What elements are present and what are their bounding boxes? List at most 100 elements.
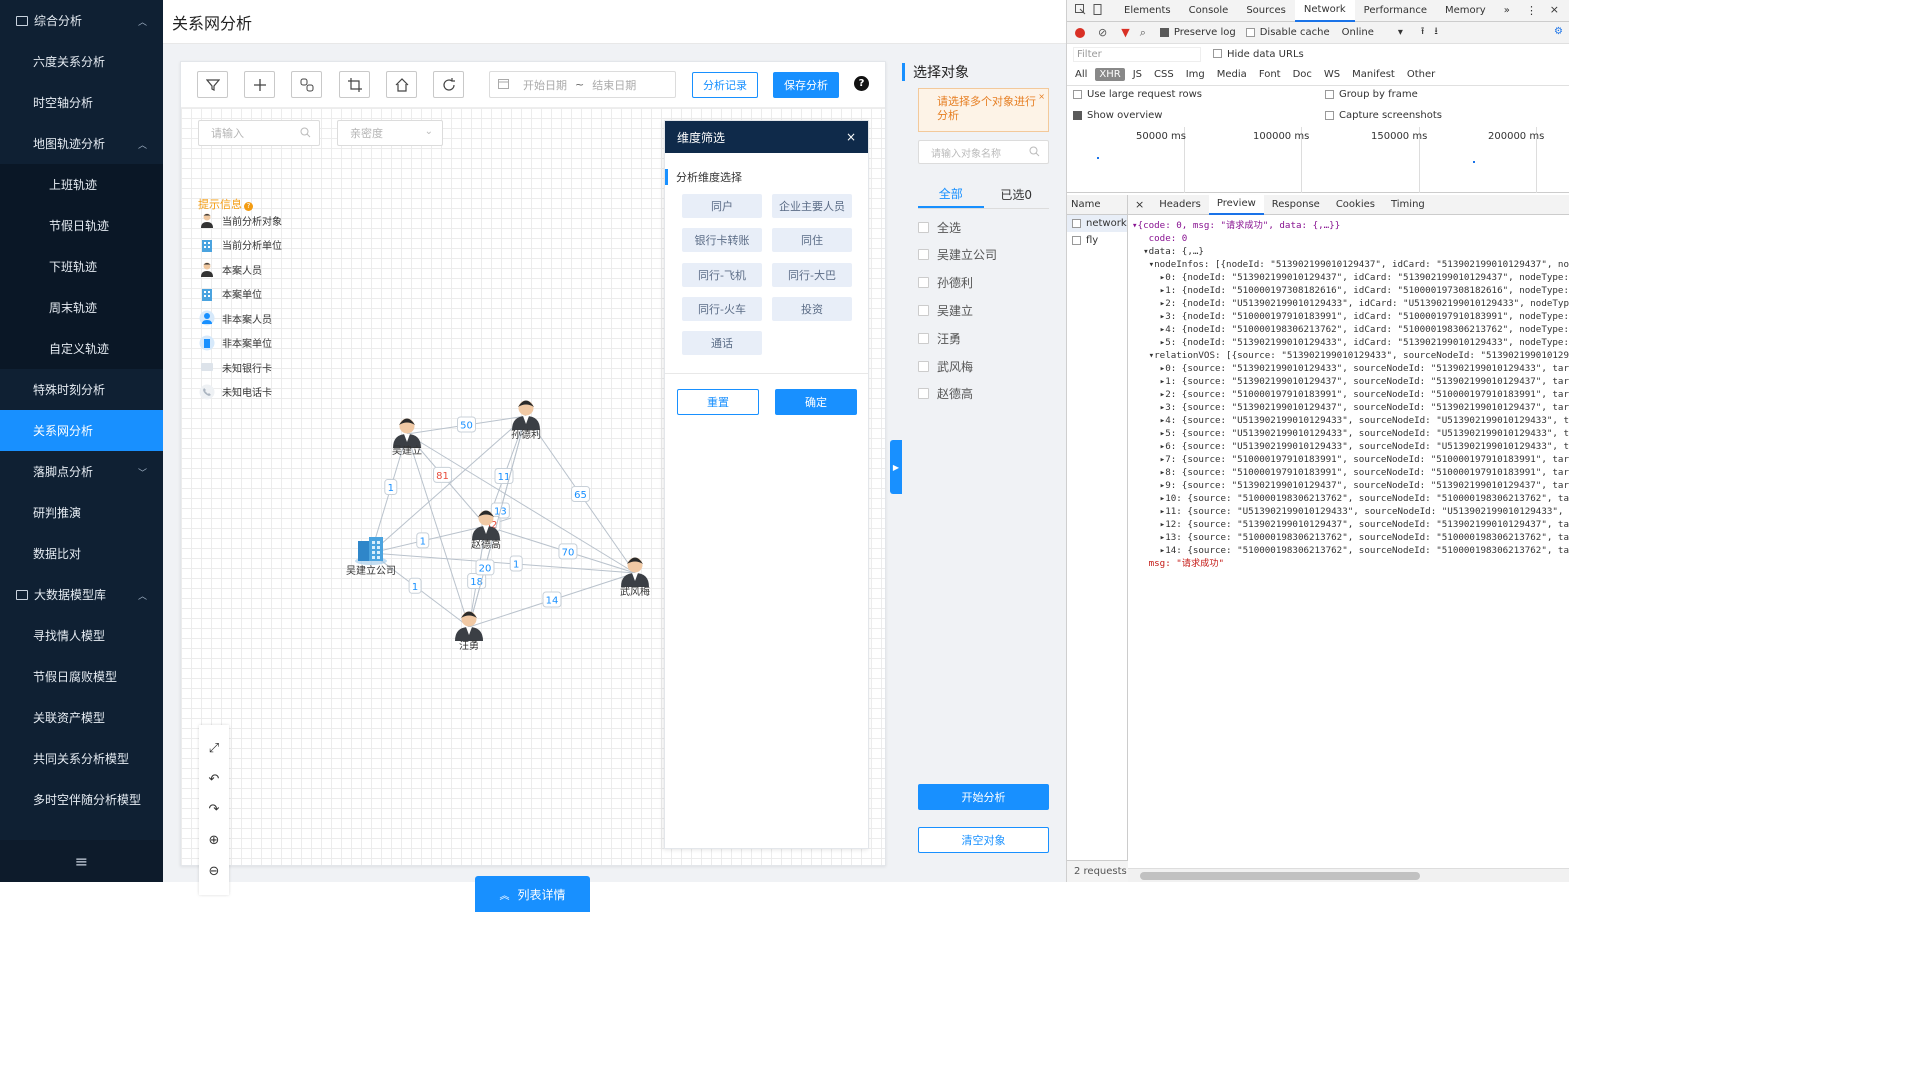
checkbox[interactable] bbox=[918, 277, 929, 289]
json-line[interactable]: ▸2: {nodeId: "U513902199010129433", idCa… bbox=[1132, 297, 1569, 310]
sidebar-item[interactable]: 多时空伴随分析模型 bbox=[0, 779, 163, 820]
clear-objects-button[interactable]: 清空对象 bbox=[918, 827, 1049, 853]
download-icon[interactable]: ⭳ bbox=[1434, 24, 1438, 41]
sidebar-item[interactable]: 综合分析 ︿ bbox=[0, 0, 163, 41]
date-range-picker[interactable]: 开始日期 ~ 结束日期 bbox=[489, 71, 676, 98]
detail-tab[interactable]: Cookies bbox=[1328, 195, 1383, 215]
type-filter[interactable]: Font bbox=[1255, 68, 1285, 81]
refresh-icon[interactable] bbox=[433, 71, 464, 98]
sidebar-item[interactable]: 时空轴分析 bbox=[0, 82, 163, 123]
start-analysis-button[interactable]: 开始分析 bbox=[918, 784, 1049, 810]
type-filter[interactable]: All bbox=[1071, 68, 1091, 81]
dimension-tag[interactable]: 同住 bbox=[772, 228, 852, 253]
request-row[interactable]: network bbox=[1067, 215, 1127, 232]
json-line[interactable]: ▸7: {source: "510000197910183991", sourc… bbox=[1132, 453, 1569, 466]
detail-tab[interactable]: Headers bbox=[1151, 195, 1209, 215]
tab-selected[interactable]: 已选0 bbox=[984, 181, 1050, 208]
json-line[interactable]: ▸0: {source: "513902199010129433", sourc… bbox=[1132, 362, 1569, 375]
type-filter[interactable]: XHR bbox=[1095, 68, 1125, 81]
detail-tab[interactable]: Preview bbox=[1208, 195, 1264, 215]
type-filter[interactable]: WS bbox=[1320, 68, 1344, 81]
dimension-tag[interactable]: 企业主要人员 bbox=[772, 194, 852, 218]
horizontal-scrollbar[interactable] bbox=[1128, 868, 1569, 882]
undo-icon[interactable]: ↶ bbox=[209, 772, 220, 787]
help-icon[interactable]: ? bbox=[854, 76, 869, 91]
sidebar-item[interactable]: 寻找情人模型 bbox=[0, 615, 163, 656]
sidebar-item[interactable]: 节假日腐败模型 bbox=[0, 656, 163, 697]
devtools-tab[interactable]: Memory bbox=[1436, 0, 1495, 22]
analysis-record-button[interactable]: 分析记录 bbox=[692, 72, 758, 98]
sidebar-item[interactable]: 数据比对 bbox=[0, 533, 163, 574]
devtools-tab[interactable]: Elements bbox=[1115, 0, 1180, 22]
sidebar-item[interactable]: 周末轨迹 bbox=[0, 287, 163, 328]
sidebar-item[interactable]: 上班轨迹 bbox=[0, 164, 163, 205]
sidebar-item[interactable]: 节假日轨迹 bbox=[0, 205, 163, 246]
object-checkbox-item[interactable]: 孙德利 bbox=[918, 274, 973, 292]
network-overview[interactable]: 50000 ms 100000 ms 150000 ms 200000 ms bbox=[1067, 127, 1569, 193]
json-preview[interactable]: ▾{code: 0, msg: "请求成功", data: {,…}} code… bbox=[1128, 215, 1569, 570]
confirm-button[interactable]: 确定 bbox=[775, 389, 857, 415]
json-line[interactable]: ▸0: {nodeId: "513902199010129437", idCar… bbox=[1132, 271, 1569, 284]
collapse-handle[interactable]: ▶ bbox=[890, 440, 902, 494]
devtools-tab[interactable]: » bbox=[1495, 0, 1519, 22]
close-devtools-icon[interactable]: × bbox=[1550, 3, 1559, 16]
dimension-tag[interactable]: 通话 bbox=[682, 331, 762, 356]
sidebar-item[interactable]: 下班轨迹 bbox=[0, 246, 163, 287]
object-checkbox-item[interactable]: 吴建立公司 bbox=[918, 246, 997, 264]
person-node[interactable]: 汪勇 bbox=[455, 611, 483, 653]
json-line[interactable]: ▸1: {nodeId: "510000197308182616", idCar… bbox=[1132, 284, 1569, 297]
relation-edge[interactable] bbox=[406, 433, 470, 628]
sidebar-item[interactable]: 关联资产模型 bbox=[0, 697, 163, 738]
group-frame-checkbox[interactable]: Group by frame bbox=[1325, 89, 1418, 100]
json-line[interactable]: ▸12: {source: "513902199010129437", sour… bbox=[1132, 518, 1569, 531]
fit-screen-icon[interactable]: ⤢ bbox=[209, 741, 219, 756]
dimension-tag[interactable]: 同行-火车 bbox=[682, 296, 762, 321]
person-node[interactable]: 吴建立 bbox=[392, 418, 422, 458]
object-checkbox-item[interactable]: 汪勇 bbox=[918, 329, 961, 347]
dimension-tag[interactable]: 同户 bbox=[682, 194, 762, 218]
checkbox[interactable] bbox=[918, 249, 929, 261]
home-icon[interactable] bbox=[386, 71, 417, 98]
json-line[interactable]: ▸3: {source: "513902199010129437", sourc… bbox=[1132, 401, 1569, 414]
disable-cache-checkbox[interactable]: Disable cache bbox=[1245, 27, 1330, 38]
close-icon[interactable]: × bbox=[846, 130, 856, 144]
scroll-thumb[interactable] bbox=[1140, 872, 1420, 880]
company-node[interactable]: 吴建立公司 bbox=[346, 537, 396, 577]
network-filter-input[interactable]: Filter bbox=[1073, 46, 1201, 62]
checkbox[interactable] bbox=[918, 360, 929, 372]
sidebar-item[interactable]: 关系网分析 bbox=[0, 410, 163, 451]
capture-screenshots-checkbox[interactable]: Capture screenshots bbox=[1325, 110, 1442, 121]
settings-gear-icon[interactable]: ⚙ bbox=[1554, 26, 1563, 37]
crop-icon[interactable] bbox=[339, 71, 370, 98]
filter-icon[interactable] bbox=[197, 71, 228, 98]
inspect-icon[interactable] bbox=[1075, 3, 1086, 18]
type-filter[interactable]: Media bbox=[1213, 68, 1251, 81]
relation-edge[interactable] bbox=[406, 433, 636, 574]
json-line[interactable]: ▸13: {source: "510000198306213762", sour… bbox=[1132, 531, 1569, 544]
link-icon[interactable] bbox=[291, 71, 322, 98]
sidebar-item[interactable]: 研判推演 bbox=[0, 492, 163, 533]
request-row[interactable]: fly bbox=[1067, 232, 1127, 249]
zoom-in-icon[interactable]: ⊕ bbox=[209, 833, 220, 848]
detail-tab[interactable]: Timing bbox=[1383, 195, 1433, 215]
json-line[interactable]: ▾{code: 0, msg: "请求成功", data: {,…}} bbox=[1132, 219, 1569, 232]
json-line[interactable]: ▸14: {source: "510000198306213762", sour… bbox=[1132, 544, 1569, 557]
start-date-input[interactable]: 开始日期 bbox=[523, 77, 567, 93]
sidebar-item[interactable]: 特殊时刻分析 bbox=[0, 369, 163, 410]
add-icon[interactable] bbox=[244, 71, 275, 98]
person-node[interactable]: 孙德利 bbox=[511, 400, 541, 442]
close-icon[interactable]: × bbox=[1128, 198, 1151, 211]
json-line[interactable]: code: 0 bbox=[1132, 232, 1569, 245]
detail-tab[interactable]: Response bbox=[1264, 195, 1328, 215]
sidebar-item[interactable]: 地图轨迹分析 ︿ bbox=[0, 123, 163, 164]
checkbox[interactable] bbox=[918, 332, 929, 344]
save-analysis-button[interactable]: 保存分析 bbox=[773, 72, 839, 98]
zoom-out-icon[interactable]: ⊖ bbox=[209, 864, 220, 879]
throttle-select[interactable]: Online ▾ bbox=[1342, 27, 1403, 38]
type-filter[interactable]: Doc bbox=[1289, 68, 1316, 81]
list-detail-button[interactable]: ︽ 列表详情 bbox=[475, 876, 590, 912]
json-line[interactable]: ▸1: {source: "513902199010129437", sourc… bbox=[1132, 375, 1569, 388]
object-search-input[interactable]: 请输入对象名称 bbox=[918, 140, 1049, 164]
sidebar-item[interactable]: 六度关系分析 bbox=[0, 41, 163, 82]
checkbox[interactable] bbox=[918, 304, 929, 316]
